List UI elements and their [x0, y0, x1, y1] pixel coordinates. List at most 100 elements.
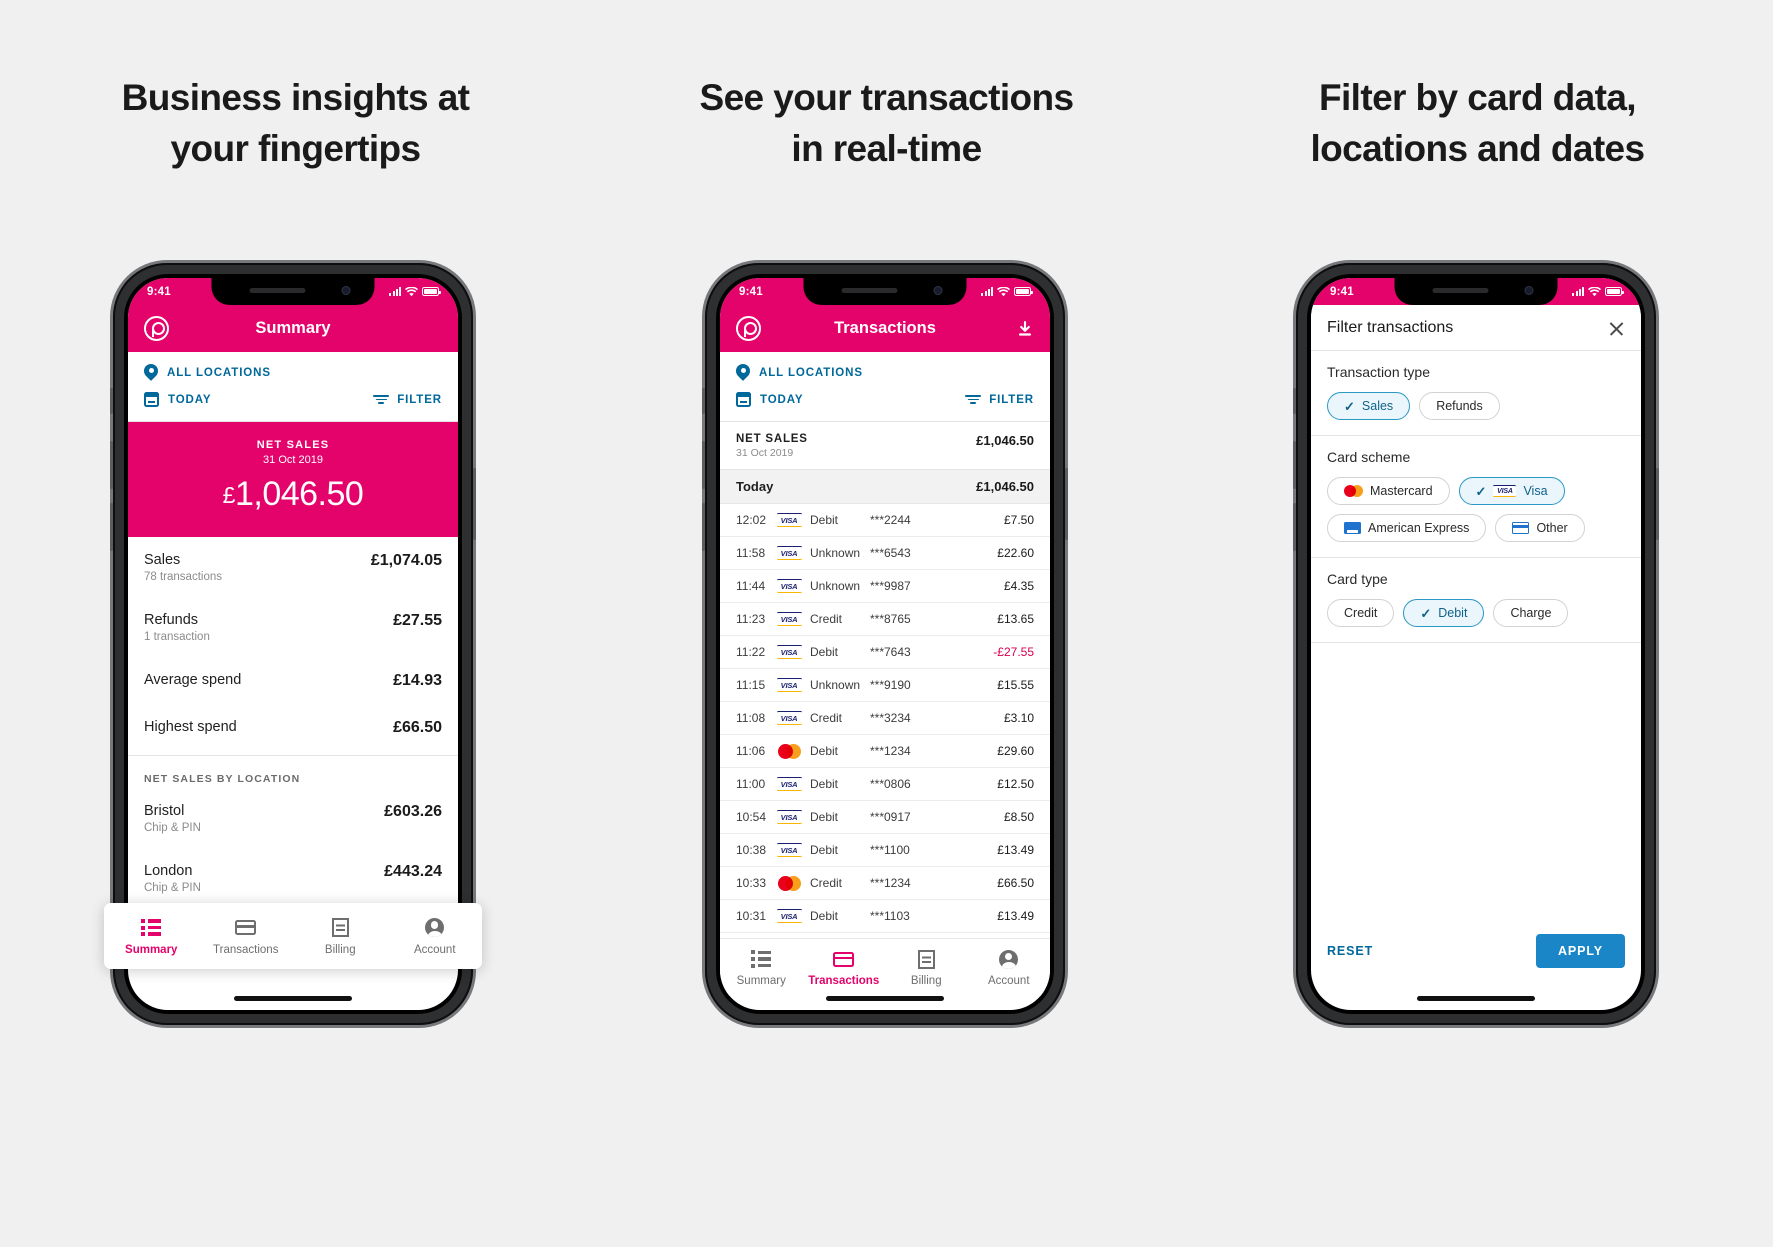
location-row-bristol[interactable]: Bristol Chip & PIN £603.26 — [144, 788, 442, 848]
funnel-icon — [373, 394, 390, 405]
net-sales-date: 31 Oct 2019 — [736, 447, 794, 459]
filter-label: FILTER — [397, 393, 442, 406]
table-row[interactable]: 11:15 VISA Unknown ***9190 £15.55 — [720, 669, 1050, 702]
date-filter-row: TODAY FILTER — [736, 388, 1034, 411]
tx-time: 10:31 — [736, 909, 767, 923]
chip-american-express[interactable]: American Express — [1327, 514, 1487, 542]
table-row[interactable]: 10:38 VISA Debit ***1100 £13.49 — [720, 834, 1050, 867]
calendar-icon — [736, 392, 751, 407]
power-button[interactable] — [473, 468, 476, 540]
mute-switch[interactable] — [702, 388, 705, 414]
tx-time: 11:22 — [736, 645, 766, 659]
tx-type: Debit — [810, 810, 839, 824]
chip-label: Refunds — [1436, 399, 1483, 413]
tab-billing[interactable]: Billing — [885, 948, 968, 987]
table-row[interactable]: 10:31 VISA Debit ***1103 £13.49 — [720, 900, 1050, 933]
power-button[interactable] — [1065, 468, 1068, 540]
wifi-icon — [1588, 286, 1601, 296]
tab-summary[interactable]: Summary — [104, 917, 199, 956]
power-button[interactable] — [1656, 468, 1659, 540]
day-group-header: Today £1,046.50 — [720, 469, 1050, 504]
filter-button[interactable]: FILTER — [373, 394, 442, 406]
filter-strip-summary: ALL LOCATIONS TODAY FILTER — [128, 352, 458, 422]
location-selector[interactable]: ALL LOCATIONS — [736, 361, 1034, 384]
table-row[interactable]: 11:06 Debit ***1234 £29.60 — [720, 735, 1050, 768]
location-list: Bristol Chip & PIN £603.26 London Chip &… — [128, 788, 458, 908]
chip-debit[interactable]: ✓ Debit — [1403, 599, 1485, 627]
volume-up-button[interactable] — [110, 441, 113, 489]
tab-transactions[interactable]: Transactions — [199, 917, 294, 956]
close-icon[interactable] — [1608, 320, 1625, 337]
chip-other[interactable]: Other — [1495, 514, 1585, 542]
tx-amount: £12.50 — [997, 777, 1034, 791]
chip-label: Debit — [1438, 606, 1468, 620]
download-icon[interactable] — [1016, 320, 1034, 338]
location-row-london[interactable]: London Chip & PIN £443.24 — [144, 848, 442, 908]
notch — [803, 278, 967, 305]
hero-label: NET SALES — [256, 439, 330, 451]
filter-group-title: Card type — [1327, 571, 1388, 587]
tx-type: Debit — [810, 777, 839, 791]
other-card-icon — [1512, 522, 1530, 534]
filter-button[interactable]: FILTER — [965, 394, 1034, 406]
panel-1-headline-line1: Business insights at — [121, 77, 470, 118]
table-row[interactable]: 10:54 VISA Debit ***0917 £8.50 — [720, 801, 1050, 834]
marketing-screens-stage: Business insights at your fingertips 9:4… — [0, 0, 1773, 1247]
location-selector[interactable]: ALL LOCATIONS — [144, 361, 442, 384]
tx-card: ***2244 — [870, 513, 911, 527]
day-amount: £1,046.50 — [976, 479, 1034, 494]
tab-account[interactable]: Account — [388, 917, 483, 956]
chip-visa[interactable]: ✓ VISA Visa — [1458, 477, 1565, 505]
summary-row-highest-spend[interactable]: Highest spend £66.50 — [144, 704, 442, 751]
volume-down-button[interactable] — [1293, 503, 1296, 551]
volume-down-button[interactable] — [702, 503, 705, 551]
visa-icon: VISA — [774, 777, 804, 791]
summary-row-average-spend[interactable]: Average spend £14.93 — [144, 657, 442, 704]
date-label[interactable]: TODAY — [168, 394, 212, 406]
tab-account[interactable]: Account — [968, 948, 1051, 987]
apply-button[interactable]: APPLY — [1535, 934, 1625, 968]
table-row[interactable]: 11:23 VISA Credit ***8765 £13.65 — [720, 603, 1050, 636]
chip-charge[interactable]: Charge — [1493, 599, 1569, 627]
chip-label: Credit — [1344, 606, 1378, 620]
chip-group: Mastercard ✓ VISA Visa American Express — [1327, 477, 1625, 542]
table-row[interactable]: 10:33 Credit ***1234 £66.50 — [720, 867, 1050, 900]
table-row[interactable]: 12:02 VISA Debit ***2244 £7.50 — [720, 504, 1050, 537]
tx-card: ***6543 — [870, 546, 911, 560]
mastercard-icon — [1344, 485, 1363, 497]
tab-transactions[interactable]: Transactions — [803, 948, 886, 987]
volume-down-button[interactable] — [110, 503, 113, 551]
tx-type: Credit — [810, 711, 843, 725]
volume-up-button[interactable] — [1293, 441, 1296, 489]
chip-mastercard[interactable]: Mastercard — [1327, 477, 1450, 505]
volume-up-button[interactable] — [702, 441, 705, 489]
chip-sales[interactable]: ✓ Sales — [1327, 392, 1411, 420]
bottom-tab-bar-transactions: Summary Transactions Billing Account — [720, 938, 1050, 996]
tx-time: 12:02 — [736, 513, 767, 527]
summary-row-label: Sales — [144, 552, 181, 568]
chip-refunds[interactable]: Refunds — [1419, 392, 1500, 420]
visa-icon: VISA — [774, 678, 804, 692]
mute-switch[interactable] — [1293, 388, 1296, 414]
status-time: 9:41 — [1330, 285, 1354, 298]
mute-switch[interactable] — [110, 388, 113, 414]
table-row[interactable]: 11:08 VISA Credit ***3234 £3.10 — [720, 702, 1050, 735]
date-label[interactable]: TODAY — [760, 394, 804, 406]
summary-row-refunds[interactable]: Refunds 1 transaction £27.55 — [144, 597, 442, 657]
chip-credit[interactable]: Credit — [1327, 599, 1395, 627]
battery-icon — [1014, 287, 1033, 296]
tx-amount: £22.60 — [997, 546, 1034, 560]
tab-summary[interactable]: Summary — [720, 948, 803, 987]
table-row[interactable]: 11:58 VISA Unknown ***6543 £22.60 — [720, 537, 1050, 570]
table-row[interactable]: 11:44 VISA Unknown ***9987 £4.35 — [720, 570, 1050, 603]
tx-amount: £15.55 — [997, 678, 1034, 692]
table-row[interactable]: 11:00 VISA Debit ***0806 £12.50 — [720, 768, 1050, 801]
tab-billing[interactable]: Billing — [293, 917, 388, 956]
receipt-icon — [885, 948, 968, 970]
summary-row-sales[interactable]: Sales 78 transactions £1,074.05 — [144, 537, 442, 597]
funnel-icon — [965, 394, 982, 405]
status-indicators — [1572, 286, 1624, 297]
reset-button[interactable]: RESET — [1327, 944, 1373, 958]
table-row[interactable]: 11:22 VISA Debit ***7643 -£27.55 — [720, 636, 1050, 669]
wifi-icon — [405, 286, 418, 296]
